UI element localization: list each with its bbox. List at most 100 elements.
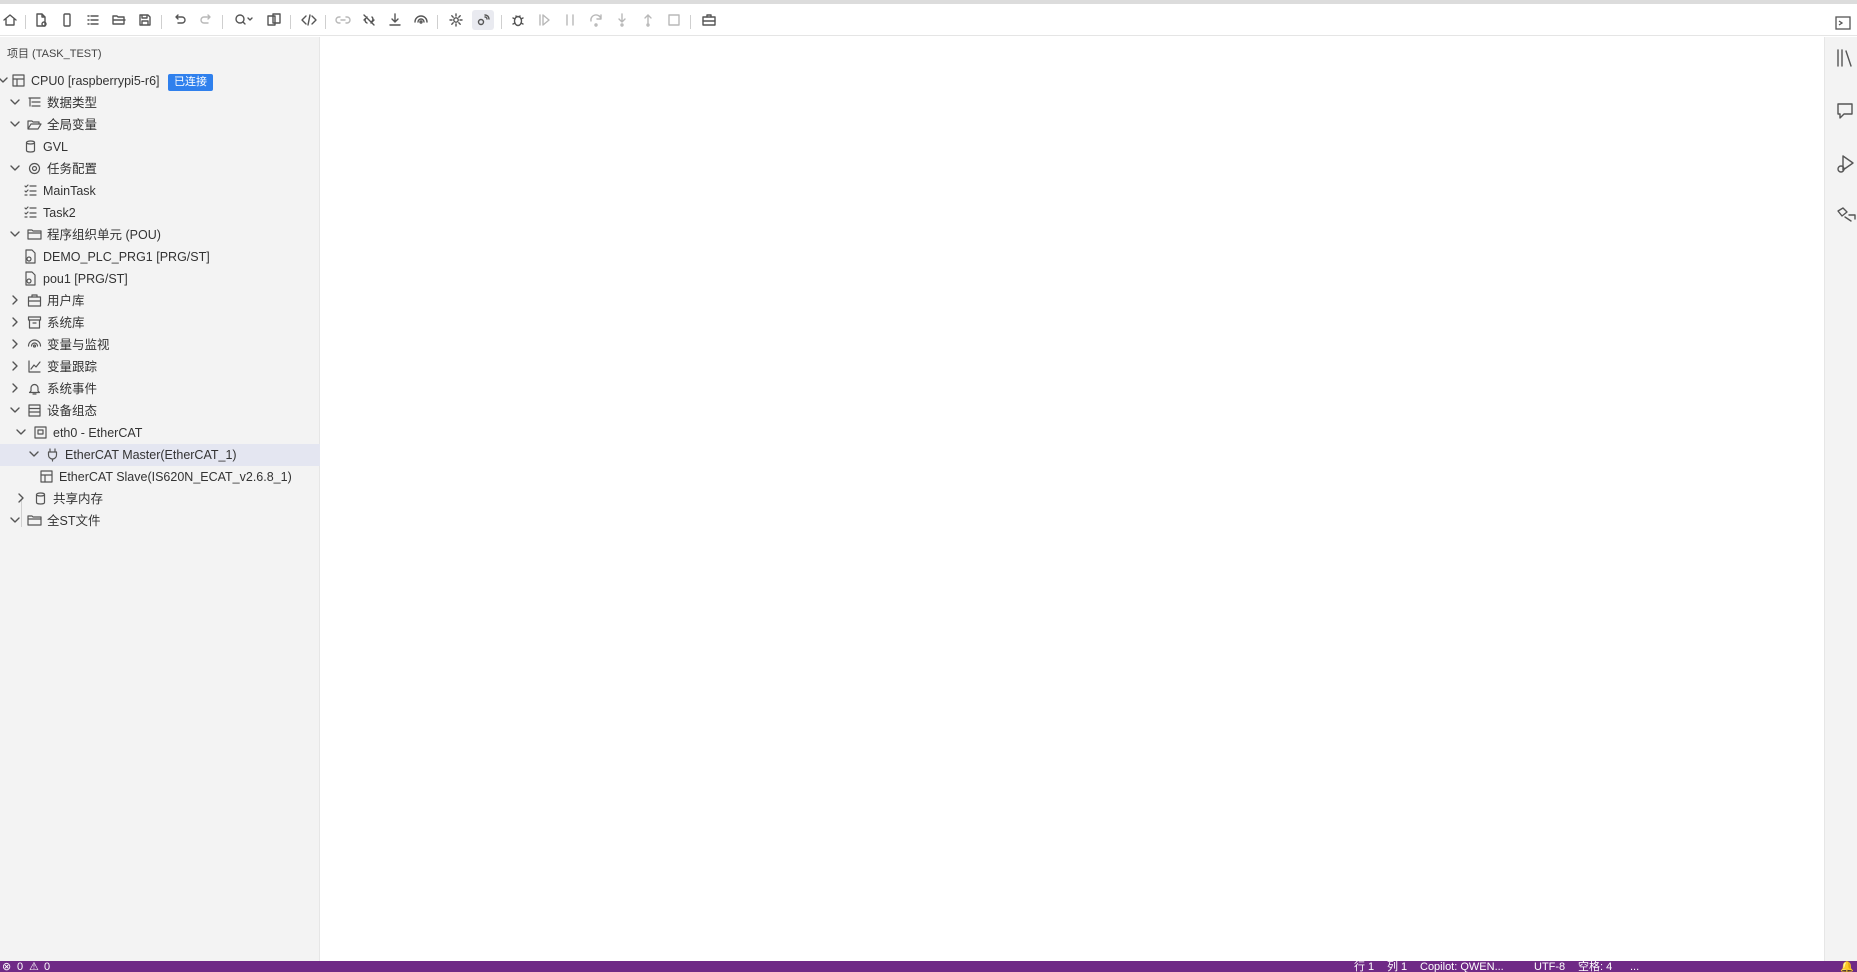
list-icon[interactable]: [83, 10, 103, 30]
step-over-icon[interactable]: [586, 10, 606, 30]
compare-icon[interactable]: [264, 10, 284, 30]
save-icon[interactable]: [135, 10, 155, 30]
tree-item-label: 变量跟踪: [47, 360, 98, 374]
tree-item-label: GVL: [43, 140, 69, 154]
chevron-down-icon[interactable]: [27, 447, 41, 461]
monitor-icon[interactable]: [411, 10, 431, 30]
pause-icon[interactable]: [560, 10, 580, 30]
tree-item-label: eth0 - EtherCAT: [53, 426, 143, 440]
tree-item-global-variables[interactable]: 全局变量: [0, 114, 320, 136]
tree-item-demo-plc-prg1[interactable]: DEMO_PLC_PRG1 [PRG/ST]: [0, 246, 320, 268]
step-start-icon[interactable]: [534, 10, 554, 30]
search-icon[interactable]: [230, 10, 258, 30]
task-list-icon: [23, 205, 38, 220]
step-into-icon[interactable]: [612, 10, 632, 30]
open-folder-icon[interactable]: [109, 10, 129, 30]
tree-item-label: EtherCAT Slave(IS620N_ECAT_v2.6.8_1): [59, 470, 292, 484]
settings-icon[interactable]: [446, 10, 466, 30]
task-list-icon: [23, 183, 38, 198]
watch-icon: [27, 337, 42, 352]
tree-item-ethercat-slave[interactable]: EtherCAT Slave(IS620N_ECAT_v2.6.8_1): [0, 466, 320, 488]
chevron-right-icon[interactable]: [8, 359, 22, 373]
tree-item-pou[interactable]: 程序组织单元 (POU): [0, 224, 320, 246]
layout-toggle-icon[interactable]: [1834, 14, 1852, 32]
chat-icon[interactable]: [1835, 100, 1857, 122]
tree-item-label: 系统库: [47, 316, 85, 330]
chevron-down-icon[interactable]: [8, 95, 22, 109]
library-icon[interactable]: [1835, 47, 1857, 69]
warning-count[interactable]: 0: [44, 961, 50, 972]
chevron-down-icon[interactable]: [8, 403, 22, 417]
tree-item-eth0[interactable]: eth0 - EtherCAT: [0, 422, 320, 444]
status-extra: ...: [1630, 961, 1640, 972]
stop-icon[interactable]: [664, 10, 684, 30]
error-count[interactable]: 0: [17, 961, 23, 972]
tree-item-system-library[interactable]: 系统库: [0, 312, 320, 334]
tree-item-cpu0[interactable]: CPU0 [raspberrypi5-r6] 已连接: [0, 70, 320, 92]
tree-item-device-config[interactable]: 设备组态: [0, 400, 320, 422]
tree-item-label: 任务配置: [47, 162, 98, 176]
redo-icon[interactable]: [196, 10, 216, 30]
chevron-down-icon[interactable]: [8, 161, 22, 175]
chevron-right-icon[interactable]: [14, 491, 28, 505]
debug-icon[interactable]: [508, 10, 528, 30]
tools-icon[interactable]: [1835, 205, 1857, 227]
tree-item-task2[interactable]: Task2: [0, 202, 320, 224]
tree-item-data-types[interactable]: 数据类型: [0, 92, 320, 114]
chevron-down-icon[interactable]: [0, 73, 10, 87]
tree-item-label: 全局变量: [47, 118, 98, 132]
tree-item-user-library[interactable]: 用户库: [0, 290, 320, 312]
unlink-icon[interactable]: [359, 10, 379, 30]
archive-icon: [27, 315, 42, 330]
error-icon[interactable]: ⊗: [2, 961, 11, 972]
column-indicator[interactable]: 列 1: [1387, 961, 1407, 972]
notification-icon[interactable]: 🔔: [1840, 961, 1854, 972]
link-icon[interactable]: [333, 10, 353, 30]
chevron-down-icon[interactable]: [8, 227, 22, 241]
toolbar-separator: [222, 15, 223, 29]
chevron-right-icon[interactable]: [8, 293, 22, 307]
line-indicator[interactable]: 行 1: [1354, 961, 1374, 972]
tree-item-maintask[interactable]: MainTask: [0, 180, 320, 202]
toolbox-icon[interactable]: [699, 10, 719, 30]
tree-item-label: 数据类型: [47, 96, 98, 110]
new-file-icon[interactable]: [31, 10, 51, 30]
device-icon[interactable]: [57, 10, 77, 30]
encoding-indicator[interactable]: UTF-8: [1534, 961, 1565, 972]
undo-icon[interactable]: [170, 10, 190, 30]
tree-item-label: 程序组织单元 (POU): [47, 228, 161, 242]
tree-item-pou1[interactable]: pou1 [PRG/ST]: [0, 268, 320, 290]
step-out-icon[interactable]: [638, 10, 658, 30]
chevron-down-icon[interactable]: [14, 425, 28, 439]
warning-icon[interactable]: ⚠: [29, 961, 39, 972]
tree-item-shared-memory[interactable]: 共享内存: [0, 488, 320, 510]
device-rack-icon: [27, 403, 42, 418]
type-tree-icon: [27, 95, 42, 110]
folder-icon: [27, 513, 42, 528]
chevron-right-icon[interactable]: [8, 337, 22, 351]
tree-item-ethercat-master[interactable]: EtherCAT Master(EtherCAT_1): [0, 444, 320, 466]
tree-item-trace[interactable]: 变量跟踪: [0, 356, 320, 378]
online-settings-icon[interactable]: [472, 10, 494, 30]
copilot-model[interactable]: Copilot: QWEN...: [1420, 961, 1504, 972]
chevron-down-icon[interactable]: [8, 117, 22, 131]
chevron-right-icon[interactable]: [8, 315, 22, 329]
chevron-right-icon[interactable]: [8, 381, 22, 395]
code-icon[interactable]: [299, 10, 319, 30]
indent-indicator[interactable]: 空格: 4: [1578, 961, 1612, 972]
tree-item-task-config[interactable]: 任务配置: [0, 158, 320, 180]
bell-icon: [27, 381, 42, 396]
toolbar-separator: [437, 15, 438, 29]
tree-item-system-events[interactable]: 系统事件: [0, 378, 320, 400]
tree-item-watch[interactable]: 变量与监视: [0, 334, 320, 356]
gear-icon: [27, 161, 42, 176]
download-icon[interactable]: [385, 10, 405, 30]
tree-item-gvl[interactable]: GVL: [0, 136, 320, 158]
tree-item-label: MainTask: [43, 184, 96, 198]
editor-area[interactable]: [321, 37, 1824, 961]
chevron-down-icon[interactable]: [8, 513, 22, 527]
memory-icon: [33, 491, 48, 506]
home-icon[interactable]: [0, 10, 20, 30]
run-debug-icon[interactable]: [1835, 153, 1857, 175]
tree-item-all-st-files[interactable]: 全ST文件: [0, 510, 320, 532]
